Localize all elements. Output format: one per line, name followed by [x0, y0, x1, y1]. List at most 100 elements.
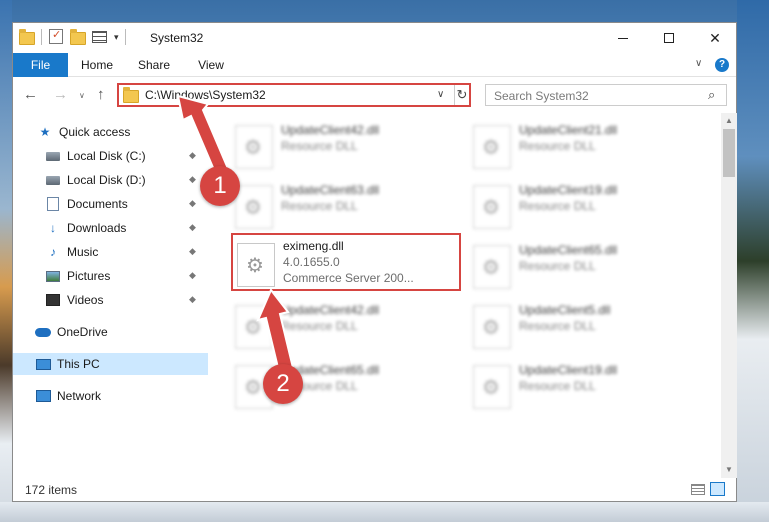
- minimize-icon: [618, 37, 628, 39]
- tab-view[interactable]: View: [191, 53, 231, 77]
- sidebar-item-label: Local Disk (C:): [67, 149, 146, 163]
- navigation-pane: ★ Quick access Local Disk (C:) ◆ Local D…: [13, 113, 208, 478]
- pin-icon[interactable]: ◆: [189, 222, 196, 233]
- tab-file[interactable]: File: [13, 53, 68, 77]
- pictures-icon: [45, 268, 61, 284]
- address-bar[interactable]: C:\Windows\System32 ∨ ↻: [117, 83, 471, 107]
- toolbar-separator: [124, 29, 126, 45]
- quick-access-toolbar: ▾: [19, 28, 126, 45]
- ribbon-tabs: File Home Share View ∨ ?: [13, 53, 736, 77]
- pin-icon[interactable]: ◆: [189, 270, 196, 281]
- minimize-button[interactable]: [600, 23, 646, 53]
- refresh-icon[interactable]: ↻: [454, 85, 469, 105]
- file-name: UpdateClient42.dll: [281, 303, 380, 317]
- scroll-up-icon[interactable]: ▲: [725, 116, 733, 125]
- sidebar-item-music[interactable]: ♪ Music ◆: [13, 241, 208, 263]
- desktop-wallpaper-right: [737, 0, 769, 522]
- file-tile[interactable]: UpdateClient65.dll Resource DLL: [469, 239, 699, 295]
- expand-ribbon-icon[interactable]: ∨: [695, 58, 702, 69]
- address-dropdown-icon[interactable]: ∨: [437, 89, 444, 100]
- scroll-down-icon[interactable]: ▼: [725, 465, 733, 474]
- pin-icon[interactable]: ◆: [189, 150, 196, 161]
- file-name: UpdateClient21.dll: [519, 123, 618, 137]
- large-icons-view-icon[interactable]: [710, 482, 725, 496]
- sidebar-item-local-disk-c[interactable]: Local Disk (C:) ◆: [13, 145, 208, 167]
- view-options-icon[interactable]: [92, 29, 108, 45]
- dll-file-icon: [473, 185, 511, 229]
- address-path[interactable]: C:\Windows\System32: [145, 88, 266, 102]
- dll-file-icon: [235, 125, 273, 169]
- file-tile[interactable]: UpdateClient63.dll Resource DLL: [231, 179, 461, 235]
- file-description: Resource DLL: [519, 259, 596, 273]
- file-name: eximeng.dll: [283, 239, 344, 253]
- item-count: 172 items: [25, 483, 78, 497]
- sidebar-item-network[interactable]: Network: [13, 385, 208, 407]
- sidebar-item-this-pc[interactable]: This PC: [13, 353, 208, 375]
- sidebar-item-label: This PC: [57, 357, 100, 371]
- pin-icon[interactable]: ◆: [189, 174, 196, 185]
- file-description: Resource DLL: [281, 199, 358, 213]
- file-name: UpdateClient65.dll: [519, 243, 618, 257]
- file-company: Commerce Server 200...: [283, 271, 414, 285]
- back-arrow-icon[interactable]: ←: [23, 86, 38, 103]
- maximize-button[interactable]: [646, 23, 692, 53]
- window-title: System32: [150, 31, 204, 45]
- maximize-icon: [664, 33, 674, 43]
- file-tile[interactable]: UpdateClient42.dll Resource DLL: [231, 119, 461, 175]
- forward-arrow-icon[interactable]: →: [53, 86, 68, 103]
- step-2-badge: 2: [263, 364, 303, 404]
- sidebar-item-pictures[interactable]: Pictures ◆: [13, 265, 208, 287]
- folder-icon: [19, 29, 35, 45]
- dll-file-icon: [473, 365, 511, 409]
- pin-icon[interactable]: ◆: [189, 246, 196, 257]
- tab-share[interactable]: Share: [131, 53, 177, 77]
- help-icon[interactable]: ?: [715, 58, 729, 72]
- sidebar-item-label: Pictures: [67, 269, 111, 283]
- file-tile[interactable]: UpdateClient42.dll Resource DLL: [231, 299, 461, 355]
- sidebar-item-label: Documents: [67, 197, 128, 211]
- file-tile[interactable]: UpdateClient21.dll Resource DLL: [469, 119, 699, 175]
- sidebar-item-videos[interactable]: Videos ◆: [13, 289, 208, 311]
- videos-icon: [45, 292, 61, 308]
- sidebar-item-quick-access[interactable]: ★ Quick access: [13, 121, 208, 143]
- pin-icon[interactable]: ◆: [189, 294, 196, 305]
- search-icon[interactable]: ⌕: [708, 87, 715, 103]
- dll-file-icon: [235, 305, 273, 349]
- sidebar-item-local-disk-d[interactable]: Local Disk (D:) ◆: [13, 169, 208, 191]
- pin-icon[interactable]: ◆: [189, 198, 196, 209]
- search-placeholder[interactable]: Search System32: [494, 89, 589, 103]
- vertical-scrollbar[interactable]: ▲ ▼: [721, 113, 737, 478]
- dll-file-icon: [473, 245, 511, 289]
- file-tile[interactable]: UpdateClient19.dll Resource DLL: [469, 359, 699, 415]
- file-explorer-window: ▾ System32 ✕ File Home Share View ∨ ? ← …: [12, 22, 737, 502]
- sidebar-item-label: Local Disk (D:): [67, 173, 146, 187]
- close-button[interactable]: ✕: [692, 23, 738, 53]
- search-box[interactable]: Search System32 ⌕: [485, 84, 727, 106]
- onedrive-icon: [35, 324, 51, 340]
- file-tile[interactable]: UpdateClient5.dll Resource DLL: [469, 299, 699, 355]
- file-name: UpdateClient19.dll: [519, 363, 618, 377]
- documents-icon: [45, 196, 61, 212]
- file-tile[interactable]: UpdateClient19.dll Resource DLL: [469, 179, 699, 235]
- sidebar-item-downloads[interactable]: ↓ Downloads ◆: [13, 217, 208, 239]
- up-arrow-icon[interactable]: ↑: [97, 86, 105, 103]
- dll-file-icon: [473, 125, 511, 169]
- file-description: Resource DLL: [519, 319, 596, 333]
- file-description: Resource DLL: [519, 199, 596, 213]
- drive-icon: [45, 172, 61, 188]
- recent-locations-icon[interactable]: ∨: [79, 91, 85, 100]
- details-view-icon[interactable]: [691, 484, 705, 495]
- tab-home[interactable]: Home: [75, 53, 119, 77]
- scrollbar-thumb[interactable]: [723, 129, 735, 177]
- sidebar-item-label: OneDrive: [57, 325, 108, 339]
- file-name: UpdateClient5.dll: [519, 303, 611, 317]
- sidebar-item-label: Music: [67, 245, 99, 259]
- desktop-wallpaper-bottom: [0, 502, 769, 522]
- sidebar-item-documents[interactable]: Documents ◆: [13, 193, 208, 215]
- file-name: UpdateClient19.dll: [519, 183, 618, 197]
- file-tile-eximeng-dll[interactable]: eximeng.dll 4.0.1655.0 Commerce Server 2…: [231, 233, 461, 291]
- customize-toolbar-dropdown-icon[interactable]: ▾: [114, 32, 119, 43]
- properties-icon[interactable]: [48, 28, 64, 45]
- sidebar-item-onedrive[interactable]: OneDrive: [13, 321, 208, 343]
- new-folder-icon[interactable]: [70, 29, 86, 45]
